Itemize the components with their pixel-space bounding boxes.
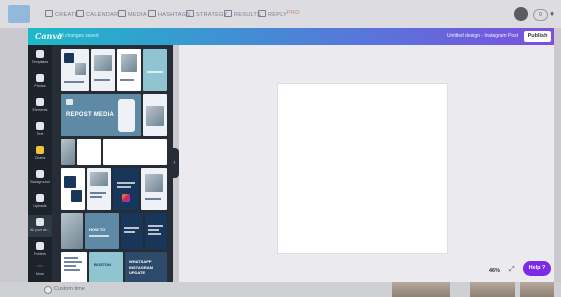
design-thumbnail[interactable] bbox=[143, 49, 167, 91]
design-thumbnail[interactable] bbox=[113, 168, 139, 210]
design-thumbnail[interactable] bbox=[61, 213, 83, 249]
collapse-panel-button[interactable]: ‹ bbox=[170, 148, 179, 178]
nav-reply[interactable]: REPLY bbox=[258, 10, 287, 18]
nav-hashtags[interactable]: HASHTAGS bbox=[148, 10, 190, 18]
grid-icon bbox=[186, 10, 194, 17]
design-thumbnail[interactable] bbox=[103, 139, 167, 165]
sidebar-item-folders[interactable]: Folders bbox=[28, 239, 52, 261]
app-logo[interactable] bbox=[8, 5, 30, 23]
sidebar-item-uploads[interactable]: Uploads bbox=[28, 191, 52, 213]
custom-time-label: Custom time bbox=[54, 286, 85, 292]
background-page-strip: Custom time bbox=[0, 282, 561, 297]
sidebar-item-background[interactable]: Background bbox=[28, 167, 52, 189]
design-thumbnail[interactable] bbox=[143, 94, 167, 136]
zoom-level[interactable]: 46% bbox=[489, 268, 500, 274]
background-icon bbox=[36, 170, 44, 178]
editor-sidebar: Templates Photos Elements Text Charts Ba… bbox=[28, 45, 52, 282]
design-thumbnail[interactable] bbox=[87, 168, 111, 210]
more-icon: ⋯ bbox=[37, 264, 43, 270]
design-thumbnail-featured[interactable]: REPOST MEDIA bbox=[61, 94, 141, 136]
uploads-icon bbox=[36, 194, 44, 202]
nav-results[interactable]: RESULTS bbox=[224, 10, 261, 18]
design-thumbnail[interactable]: BOSTON bbox=[89, 252, 123, 282]
design-thumbnail[interactable] bbox=[91, 49, 115, 91]
sidebar-item-elements[interactable]: Elements bbox=[28, 95, 52, 117]
design-thumbnail[interactable] bbox=[77, 139, 101, 165]
pencil-icon bbox=[45, 10, 53, 17]
custom-time-checkbox[interactable] bbox=[44, 286, 52, 294]
design-thumbnail[interactable] bbox=[141, 168, 167, 210]
publish-button[interactable]: Publish bbox=[524, 31, 551, 42]
avatar[interactable] bbox=[514, 7, 528, 21]
app-top-nav: CREATE CALENDAR MEDIA HASHTAGS STRATEGY … bbox=[0, 0, 561, 28]
design-thumbnail[interactable]: HOW TO bbox=[85, 213, 119, 249]
photos-icon bbox=[36, 74, 44, 82]
sidebar-item-charts[interactable]: Charts bbox=[28, 143, 52, 165]
at-icon bbox=[258, 10, 266, 17]
design-thumbnail[interactable]: WHATSAPP INSTAGRAM UPDATE bbox=[125, 252, 167, 282]
editor-canvas-area: 46% ⤢ Help ? bbox=[179, 45, 554, 282]
design-thumbnail[interactable] bbox=[61, 139, 75, 165]
all-designs-icon bbox=[36, 218, 44, 226]
sidebar-item-photos[interactable]: Photos bbox=[28, 71, 52, 93]
design-thumbnail[interactable] bbox=[61, 168, 85, 210]
artboard[interactable] bbox=[278, 84, 447, 253]
notification-count[interactable]: 0 bbox=[533, 9, 548, 21]
media-thumbnail bbox=[520, 282, 554, 297]
folders-icon bbox=[36, 242, 44, 250]
document-title[interactable]: Untitled design - Instagram Post bbox=[447, 33, 518, 39]
sidebar-item-templates[interactable]: Templates bbox=[28, 47, 52, 69]
bell-icon[interactable]: ♦ bbox=[550, 9, 554, 18]
nav-strategy[interactable]: STRATEGY bbox=[186, 10, 228, 18]
fullscreen-icon[interactable]: ⤢ bbox=[509, 266, 515, 274]
templates-icon bbox=[36, 50, 44, 58]
nav-create[interactable]: CREATE bbox=[45, 10, 79, 18]
folder-icon bbox=[118, 10, 126, 17]
calendar-icon bbox=[76, 10, 84, 17]
media-thumbnail bbox=[470, 282, 515, 297]
canva-header: Canva All changes saved Untitled design … bbox=[28, 28, 554, 45]
nav-calendar[interactable]: CALENDAR bbox=[76, 10, 118, 18]
sidebar-item-all-designs[interactable]: All your de... bbox=[28, 215, 52, 237]
save-status: All changes saved bbox=[58, 33, 99, 39]
media-thumbnail bbox=[392, 282, 450, 297]
subscription-badge[interactable]: Pro bbox=[287, 10, 300, 16]
instagram-icon bbox=[122, 194, 130, 202]
elements-icon bbox=[36, 98, 44, 106]
nav-media[interactable]: MEDIA bbox=[118, 10, 147, 18]
design-thumbnail[interactable] bbox=[121, 213, 143, 249]
design-thumbnail[interactable] bbox=[61, 252, 87, 282]
text-icon bbox=[36, 122, 44, 130]
hashtag-icon bbox=[148, 10, 156, 17]
sidebar-item-text[interactable]: Text bbox=[28, 119, 52, 141]
design-thumbnail[interactable] bbox=[61, 49, 89, 91]
help-button[interactable]: Help ? bbox=[523, 261, 551, 276]
design-thumbnail[interactable] bbox=[117, 49, 141, 91]
charts-icon bbox=[36, 146, 44, 154]
sidebar-item-more[interactable]: ⋯ More bbox=[28, 261, 52, 283]
design-thumbnail[interactable] bbox=[145, 213, 167, 249]
designs-panel: REPOST MEDIA HOW TO BOSTON WHATSAPP INST… bbox=[52, 45, 173, 282]
chart-icon bbox=[224, 10, 232, 17]
